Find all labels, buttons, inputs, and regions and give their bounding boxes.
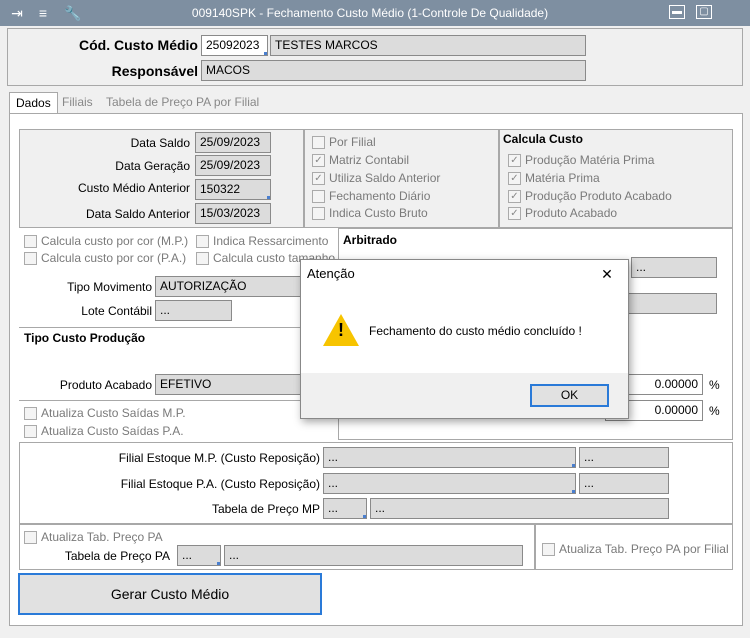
- tab-tabela-preco-pa[interactable]: Tabela de Preço PA por Filial: [100, 92, 265, 114]
- data-geracao-label: Data Geração: [115, 159, 190, 173]
- produto-acabado-tipo-field[interactable]: EFETIVO: [155, 374, 305, 395]
- warning-icon-mark: !: [338, 320, 344, 340]
- wrench-icon[interactable]: 🔧: [64, 4, 82, 22]
- filial-mp-label: Filial Estoque M.P. (Custo Reposição): [118, 451, 320, 465]
- tabela-preco-pa-label: Tabela de Preço PA: [64, 549, 170, 563]
- atualiza-tab-pa-checkbox[interactable]: Atualiza Tab. Preço PA: [24, 530, 163, 546]
- lote-contabil-field[interactable]: ...: [155, 300, 232, 321]
- atualiza-tab-pa-filial-label: Atualiza Tab. Preço PA por Filial: [559, 542, 729, 556]
- materia-prima-checkbox[interactable]: ✓ Matéria Prima: [508, 171, 600, 187]
- indica-ressarcimento-label: Indica Ressarcimento: [213, 234, 329, 248]
- cod-custo-input[interactable]: 25092023: [201, 35, 268, 56]
- custo-medio-anterior-label: Custo Médio Anterior: [77, 181, 190, 195]
- arbitrado-field-1[interactable]: ...: [631, 257, 717, 278]
- calcula-cor-pa-checkbox[interactable]: Calcula custo por cor (P.A.): [24, 251, 186, 267]
- produto-acabado-label: Produto Acabado: [525, 206, 618, 220]
- filial-mp-input[interactable]: ...: [323, 447, 576, 468]
- atualiza-saidas-pa-label: Atualiza Custo Saídas P.A.: [41, 424, 184, 438]
- atualiza-saidas-pa-checkbox[interactable]: Atualiza Custo Saídas P.A.: [24, 424, 184, 440]
- minimize-button[interactable]: ▬: [669, 5, 685, 19]
- tab-filiais[interactable]: Filiais: [56, 92, 99, 114]
- data-saldo-field: 25/09/2023: [195, 132, 271, 153]
- matriz-contabil-label: Matriz Contabil: [329, 153, 410, 167]
- tipo-movimento-label: Tipo Movimento: [67, 280, 152, 294]
- pct-sign-2: %: [709, 404, 720, 418]
- close-icon[interactable]: ✕: [597, 264, 617, 284]
- data-geracao-field: 25/09/2023: [195, 155, 271, 176]
- cod-custo-desc: TESTES MARCOS: [270, 35, 586, 56]
- fechamento-diario-label: Fechamento Diário: [329, 189, 431, 203]
- data-saldo-anterior-label: Data Saldo Anterior: [85, 207, 190, 221]
- lote-contabil-label: Lote Contábil: [81, 304, 152, 318]
- ok-button[interactable]: OK: [530, 384, 609, 407]
- gerar-custo-medio-button[interactable]: Gerar Custo Médio: [18, 573, 322, 615]
- pct-sign-1: %: [709, 378, 720, 392]
- title-bar: ⇥ ≡ 🔧 009140SPK - Fechamento Custo Médio…: [0, 0, 750, 26]
- por-filial-checkbox[interactable]: Por Filial: [312, 135, 376, 151]
- produto-acabado-tipo-label: Produto Acabado: [59, 378, 152, 392]
- data-saldo-anterior-field: 15/03/2023: [195, 203, 271, 224]
- tabela-preco-pa-input[interactable]: ...: [177, 545, 221, 566]
- tabela-preco-mp-desc: ...: [370, 498, 669, 519]
- atualiza-saidas-mp-label: Atualiza Custo Saídas M.P.: [41, 406, 186, 420]
- indica-custo-bruto-label: Indica Custo Bruto: [329, 206, 428, 220]
- tipo-custo-producao-title: Tipo Custo Produção: [24, 331, 146, 345]
- tab-dados[interactable]: Dados: [9, 92, 58, 114]
- fechamento-diario-checkbox[interactable]: Fechamento Diário: [312, 189, 430, 205]
- producao-materia-prima-checkbox[interactable]: ✓ Produção Matéria Prima: [508, 153, 654, 169]
- filial-pa-label: Filial Estoque P.A. (Custo Reposição): [120, 477, 320, 491]
- responsavel-label: Responsável: [111, 63, 198, 79]
- matriz-contabil-checkbox[interactable]: ✓ Matriz Contabil: [312, 153, 409, 169]
- atualiza-tab-pa-filial-checkbox[interactable]: Atualiza Tab. Preço PA por Filial: [542, 542, 729, 558]
- producao-produto-acabado-label: Produção Produto Acabado: [525, 189, 672, 203]
- produto-acabado-checkbox[interactable]: ✓ Produto Acabado: [508, 206, 617, 222]
- calcula-cor-mp-label: Calcula custo por cor (M.P.): [41, 234, 189, 248]
- filial-pa-input[interactable]: ...: [323, 473, 576, 494]
- producao-divider: [19, 327, 338, 328]
- calcula-cor-mp-checkbox[interactable]: Calcula custo por cor (M.P.): [24, 234, 188, 250]
- tabela-preco-mp-input[interactable]: ...: [323, 498, 367, 519]
- tabela-preco-pa-desc: ...: [224, 545, 523, 566]
- export-icon[interactable]: ⇥: [8, 4, 26, 22]
- window-title: 009140SPK - Fechamento Custo Médio (1-Co…: [191, 6, 549, 20]
- producao-materia-prima-label: Produção Matéria Prima: [525, 153, 655, 167]
- atualiza-tab-pa-label: Atualiza Tab. Preço PA: [41, 530, 163, 544]
- calcula-custo-title: Calcula Custo: [503, 132, 584, 146]
- responsavel-field: MACOS: [201, 60, 586, 81]
- filial-mp-desc: ...: [579, 447, 669, 468]
- saidas-divider: [19, 400, 338, 401]
- tipo-movimento-field[interactable]: AUTORIZAÇÃO: [155, 276, 305, 297]
- utiliza-saldo-anterior-label: Utiliza Saldo Anterior: [329, 171, 441, 185]
- cod-custo-label: Cód. Custo Médio: [79, 37, 198, 53]
- dialog-message: Fechamento do custo médio concluído !: [369, 324, 582, 338]
- indica-custo-bruto-checkbox[interactable]: Indica Custo Bruto: [312, 206, 428, 222]
- traffic-light-icon[interactable]: ≡: [34, 4, 52, 22]
- alert-dialog: Atenção ✕ ! Fechamento do custo médio co…: [300, 259, 629, 419]
- custo-medio-anterior-field[interactable]: 150322: [195, 179, 271, 200]
- calcula-cor-pa-label: Calcula custo por cor (P.A.): [41, 251, 187, 265]
- maximize-button[interactable]: ▢: [696, 5, 712, 19]
- filial-pa-desc: ...: [579, 473, 669, 494]
- atualiza-saidas-mp-checkbox[interactable]: Atualiza Custo Saídas M.P.: [24, 406, 186, 422]
- data-saldo-label: Data Saldo: [130, 136, 190, 150]
- indica-ressarcimento-checkbox[interactable]: Indica Ressarcimento: [196, 234, 328, 250]
- tabela-preco-mp-label: Tabela de Preço MP: [211, 502, 320, 516]
- por-filial-label: Por Filial: [329, 135, 376, 149]
- materia-prima-label: Matéria Prima: [525, 171, 600, 185]
- producao-produto-acabado-checkbox[interactable]: ✓ Produção Produto Acabado: [508, 189, 672, 205]
- dialog-title: Atenção: [307, 266, 355, 281]
- utiliza-saldo-anterior-checkbox[interactable]: ✓ Utiliza Saldo Anterior: [312, 171, 440, 187]
- arbitrado-field-2[interactable]: [625, 293, 717, 314]
- arbitrado-title: Arbitrado: [343, 233, 397, 247]
